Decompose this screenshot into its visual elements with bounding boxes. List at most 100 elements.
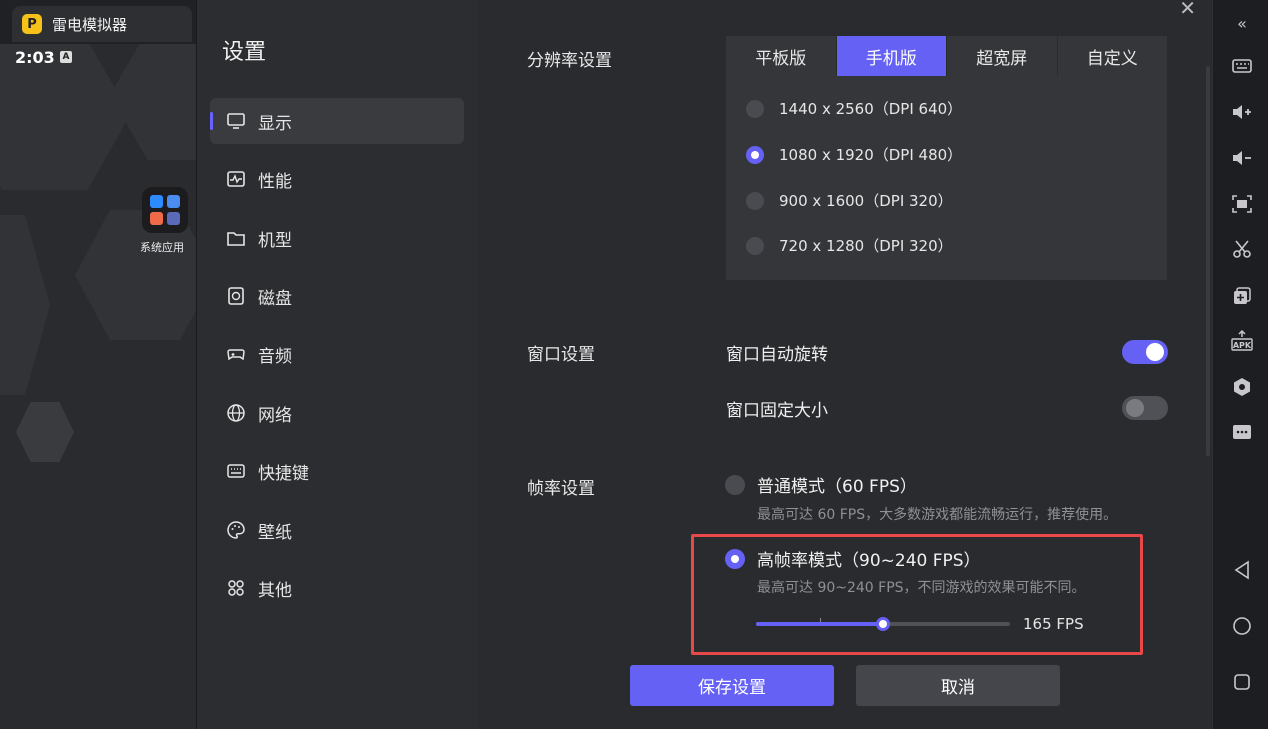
nav-item-model[interactable]: 机型 (210, 215, 464, 261)
fps-normal-option[interactable]: 普通模式（60 FPS） (725, 472, 917, 497)
ldplayer-logo-icon: P (22, 14, 42, 34)
nav-item-label: 网络 (258, 405, 292, 426)
emulator-screen: P 雷电模拟器 2:03 A 系统应用 (0, 0, 196, 729)
app-contacts-icon (167, 212, 180, 225)
nav-item-audio[interactable]: 音频 (210, 331, 464, 377)
fps-normal-label: 普通模式（60 FPS） (757, 477, 917, 497)
nav-item-display[interactable]: 显示 (210, 98, 464, 144)
performance-icon (226, 169, 246, 189)
resolution-option-label: 1440 x 2560（DPI 640） (779, 100, 963, 118)
fixed-size-toggle[interactable] (1122, 396, 1168, 420)
folder-icon (226, 228, 246, 248)
slider-fill (756, 622, 883, 626)
nav-item-label: 其他 (258, 580, 292, 601)
resolution-options: 1440 x 2560（DPI 640） 1080 x 1920（DPI 480… (726, 76, 1167, 280)
nav-item-label: 性能 (258, 171, 292, 192)
tab-tablet[interactable]: 平板版 (726, 36, 837, 76)
monitor-icon (226, 111, 246, 131)
resolution-section-label: 分辨率设置 (527, 51, 612, 71)
radio-button[interactable] (725, 548, 745, 569)
tab-ultrawide[interactable]: 超宽屏 (947, 36, 1058, 76)
screenshot-icon[interactable] (1231, 193, 1253, 215)
close-icon[interactable]: ✕ (1179, 0, 1196, 20)
wallpaper-hex (110, 30, 196, 160)
auto-rotate-toggle[interactable] (1122, 340, 1168, 364)
globe-icon (226, 403, 246, 423)
app-title: 雷电模拟器 (52, 15, 128, 34)
fps-high-option[interactable]: 高帧率模式（90~240 FPS） (725, 546, 981, 571)
back-icon[interactable] (1231, 559, 1253, 581)
nav-item-performance[interactable]: 性能 (210, 156, 464, 202)
slider-handle[interactable] (876, 617, 890, 631)
scrollbar[interactable] (1206, 66, 1210, 456)
wallpaper-hex (16, 402, 74, 462)
fps-slider[interactable] (756, 617, 1010, 631)
home-icon[interactable] (1231, 615, 1253, 637)
scissors-icon[interactable] (1231, 238, 1253, 260)
radio-button[interactable] (746, 191, 764, 210)
resolution-option-label: 720 x 1280（DPI 320） (779, 237, 953, 255)
keyboard-icon[interactable] (1231, 55, 1253, 77)
nav-item-other[interactable]: 其他 (210, 565, 464, 611)
toggle-knob (1146, 343, 1164, 361)
radio-button[interactable] (746, 236, 764, 255)
more-icon[interactable] (1231, 421, 1253, 443)
fps-high-desc: 最高可达 90~240 FPS，不同游戏的效果可能不同。 (757, 580, 1086, 596)
disk-icon (226, 286, 246, 306)
resolution-tabs: 平板版 手机版 超宽屏 自定义 (726, 36, 1167, 76)
fps-slider-value: 165 FPS (1023, 615, 1084, 633)
settings-nav: 设置 显示 性能 机型 磁盘 音频 网络 快捷键 壁纸 其他 (197, 0, 477, 729)
recents-icon[interactable] (1231, 671, 1253, 693)
app-tab[interactable]: P 雷电模拟器 (12, 6, 192, 42)
app-settings-icon (150, 195, 163, 208)
radio-button[interactable] (725, 474, 745, 495)
save-button[interactable]: 保存设置 (630, 665, 834, 706)
app-files-icon (150, 212, 163, 225)
apk-install-icon[interactable]: APK (1231, 330, 1253, 352)
add-window-icon[interactable] (1231, 285, 1253, 307)
notification-icon: A (60, 51, 72, 63)
window-section-label: 窗口设置 (527, 345, 595, 365)
volume-up-icon[interactable] (1231, 101, 1253, 123)
fps-normal-desc: 最高可达 60 FPS，大多数游戏都能流畅运行，推荐使用。 (757, 507, 1118, 523)
status-clock: 2:03 (15, 48, 55, 67)
app-browser-icon (167, 195, 180, 208)
collapse-icon[interactable]: « (1231, 12, 1253, 34)
nav-item-shortcuts[interactable]: 快捷键 (210, 448, 464, 494)
system-apps-folder[interactable] (142, 187, 188, 233)
volume-down-icon[interactable] (1231, 147, 1253, 169)
radio-button[interactable] (746, 99, 764, 118)
settings-title: 设置 (222, 40, 267, 65)
system-apps-label: 系统应用 (140, 241, 184, 254)
cancel-button[interactable]: 取消 (856, 665, 1060, 706)
wallpaper-hex (0, 215, 50, 395)
slider-tick (820, 618, 821, 622)
nav-item-label: 显示 (258, 113, 292, 134)
nav-item-disk[interactable]: 磁盘 (210, 273, 464, 319)
settings-main: ✕ 分辨率设置 平板版 手机版 超宽屏 自定义 1440 x 2560（DPI … (477, 0, 1212, 729)
gamepad-icon (226, 344, 246, 364)
nav-item-label: 壁纸 (258, 522, 292, 543)
nav-item-label: 快捷键 (258, 463, 309, 484)
fps-high-label: 高帧率模式（90~240 FPS） (757, 551, 981, 571)
nav-item-label: 音频 (258, 346, 292, 367)
auto-rotate-label: 窗口自动旋转 (726, 345, 828, 365)
nav-item-label: 机型 (258, 230, 292, 251)
toggle-knob (1126, 399, 1144, 417)
resolution-option[interactable]: 720 x 1280（DPI 320） (746, 235, 953, 256)
palette-icon (226, 520, 246, 540)
svg-text:APK: APK (1233, 341, 1252, 350)
settings-hex-icon[interactable] (1231, 376, 1253, 398)
grid-icon (226, 578, 246, 598)
resolution-option[interactable]: 1440 x 2560（DPI 640） (746, 98, 962, 119)
resolution-option[interactable]: 900 x 1600（DPI 320） (746, 190, 953, 211)
nav-item-label: 磁盘 (258, 288, 292, 309)
fixed-size-label: 窗口固定大小 (726, 401, 828, 421)
resolution-option-label: 1080 x 1920（DPI 480） (779, 146, 963, 164)
nav-item-network[interactable]: 网络 (210, 390, 464, 436)
tab-phone[interactable]: 手机版 (836, 36, 947, 76)
tab-custom[interactable]: 自定义 (1058, 36, 1168, 76)
resolution-option[interactable]: 1080 x 1920（DPI 480） (746, 144, 962, 165)
radio-button[interactable] (746, 145, 764, 164)
nav-item-wallpaper[interactable]: 壁纸 (210, 507, 464, 553)
